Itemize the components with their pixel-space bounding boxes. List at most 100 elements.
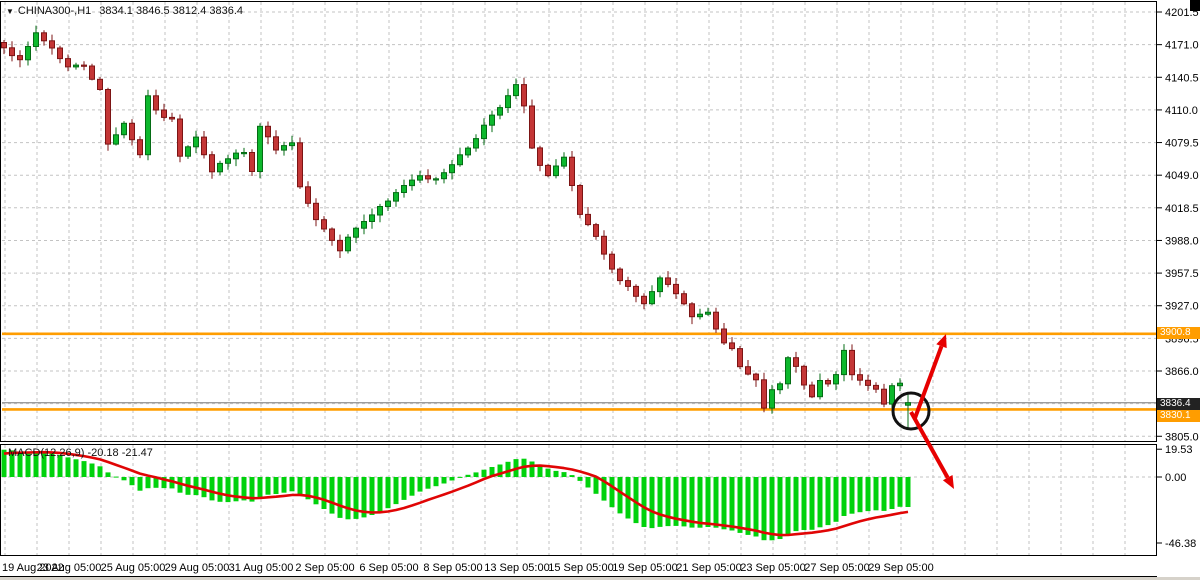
candle-body (562, 157, 567, 166)
macd-bar (322, 477, 327, 509)
candle-body (306, 187, 311, 204)
candle-body (242, 153, 247, 154)
macd-bar (106, 472, 111, 477)
macd-bar (410, 477, 415, 496)
macd-bar (218, 477, 223, 502)
candle-body (834, 375, 839, 384)
candle-body (178, 119, 183, 156)
candle-body (2, 43, 7, 48)
chart-canvas[interactable]: 4201.54171.04140.54110.04079.54049.04018… (0, 0, 1200, 580)
price-tick-label: 4049.0 (1165, 170, 1199, 182)
macd-bar (138, 477, 143, 491)
macd-bar (554, 471, 559, 477)
macd-bar (826, 477, 831, 525)
macd-tick-label: 0.00 (1165, 472, 1186, 484)
candle-body (706, 312, 711, 314)
candle-body (426, 176, 431, 179)
time-label: 23 Sep 05:00 (740, 562, 805, 574)
candle-body (634, 286, 639, 296)
candle-body (690, 304, 695, 317)
candle-body (810, 385, 815, 397)
candle-body (482, 125, 487, 138)
macd-bar (394, 477, 399, 504)
candle-body (490, 115, 495, 125)
candle-body (274, 137, 279, 150)
candle-body (354, 228, 359, 237)
candle-body (322, 220, 327, 229)
candle-body (514, 85, 519, 96)
candle-body (586, 214, 591, 224)
macd-bar (642, 477, 647, 527)
macd-bar (730, 477, 735, 531)
macd-bar (706, 477, 711, 527)
macd-bar (402, 477, 407, 500)
candle-body (722, 329, 727, 343)
time-label: 29 Aug 05:00 (165, 562, 230, 574)
price-badge-current: 3836.4 (1157, 398, 1200, 410)
candle-body (522, 85, 527, 106)
macd-bar (738, 477, 743, 533)
macd-bar (722, 477, 727, 529)
candle-body (378, 207, 383, 216)
macd-bar (434, 477, 439, 486)
candle-body (546, 165, 551, 175)
candle-body (442, 173, 447, 179)
bullish-arrow-head (936, 334, 946, 348)
macd-bar (474, 472, 479, 477)
candle-body (794, 358, 799, 367)
macd-bar (746, 477, 751, 535)
axis-labels: 4201.54171.04140.54110.04079.54049.04018… (2, 7, 1199, 580)
macd-bar (330, 477, 335, 514)
drawing-annotations[interactable] (893, 334, 954, 489)
macd-bar (810, 477, 815, 530)
macd-bar (114, 477, 119, 478)
macd-bar (506, 462, 511, 477)
candle-body (498, 108, 503, 116)
time-label: 2 Sep 05:00 (295, 562, 354, 574)
candle-body (186, 147, 191, 156)
candle-body (650, 292, 655, 304)
candle-body (162, 110, 167, 117)
macd-bar (346, 477, 351, 519)
macd-bar (698, 477, 703, 528)
candle-body (842, 350, 847, 374)
candle-body (754, 374, 759, 380)
candle-body (410, 180, 415, 186)
macd-bar (370, 477, 375, 515)
collapse-chart-button[interactable]: ▼ (6, 7, 14, 16)
macd-bar (450, 477, 455, 481)
macd-bar (282, 477, 287, 493)
macd-bar (658, 477, 663, 527)
time-label: 19 Sep 05:00 (612, 562, 677, 574)
macd-bar (834, 477, 839, 522)
candle-body (386, 201, 391, 206)
candle-body (866, 380, 871, 385)
candle-body (290, 143, 295, 146)
candle-body (818, 381, 823, 397)
window-corner-mark (1190, 0, 1200, 11)
price-tick-label: 3927.0 (1165, 301, 1199, 313)
time-label: 29 Sep 05:00 (868, 562, 933, 574)
time-label: 31 Aug 05:00 (229, 562, 294, 574)
candle-body (570, 157, 575, 185)
time-label: 13 Sep 05:00 (484, 562, 549, 574)
candle-body (106, 90, 111, 145)
price-tick-label: 3957.5 (1165, 268, 1199, 280)
candle-body (26, 47, 31, 60)
price-badge-support: 3830.1 (1157, 410, 1200, 422)
candle-body (802, 366, 807, 385)
candle-body (298, 143, 303, 187)
candle-body (98, 79, 103, 89)
macd-bar (850, 477, 855, 514)
candle-body (898, 383, 903, 386)
candle-body (786, 358, 791, 384)
macd-bar (82, 461, 87, 477)
macd-bar (90, 464, 95, 478)
macd-bar (778, 477, 783, 539)
candle-body (266, 126, 271, 137)
candle-body (226, 159, 231, 164)
candle-body (402, 186, 407, 193)
macd-bar (530, 462, 535, 478)
candle-body (218, 163, 223, 171)
macd-bar (618, 477, 623, 513)
